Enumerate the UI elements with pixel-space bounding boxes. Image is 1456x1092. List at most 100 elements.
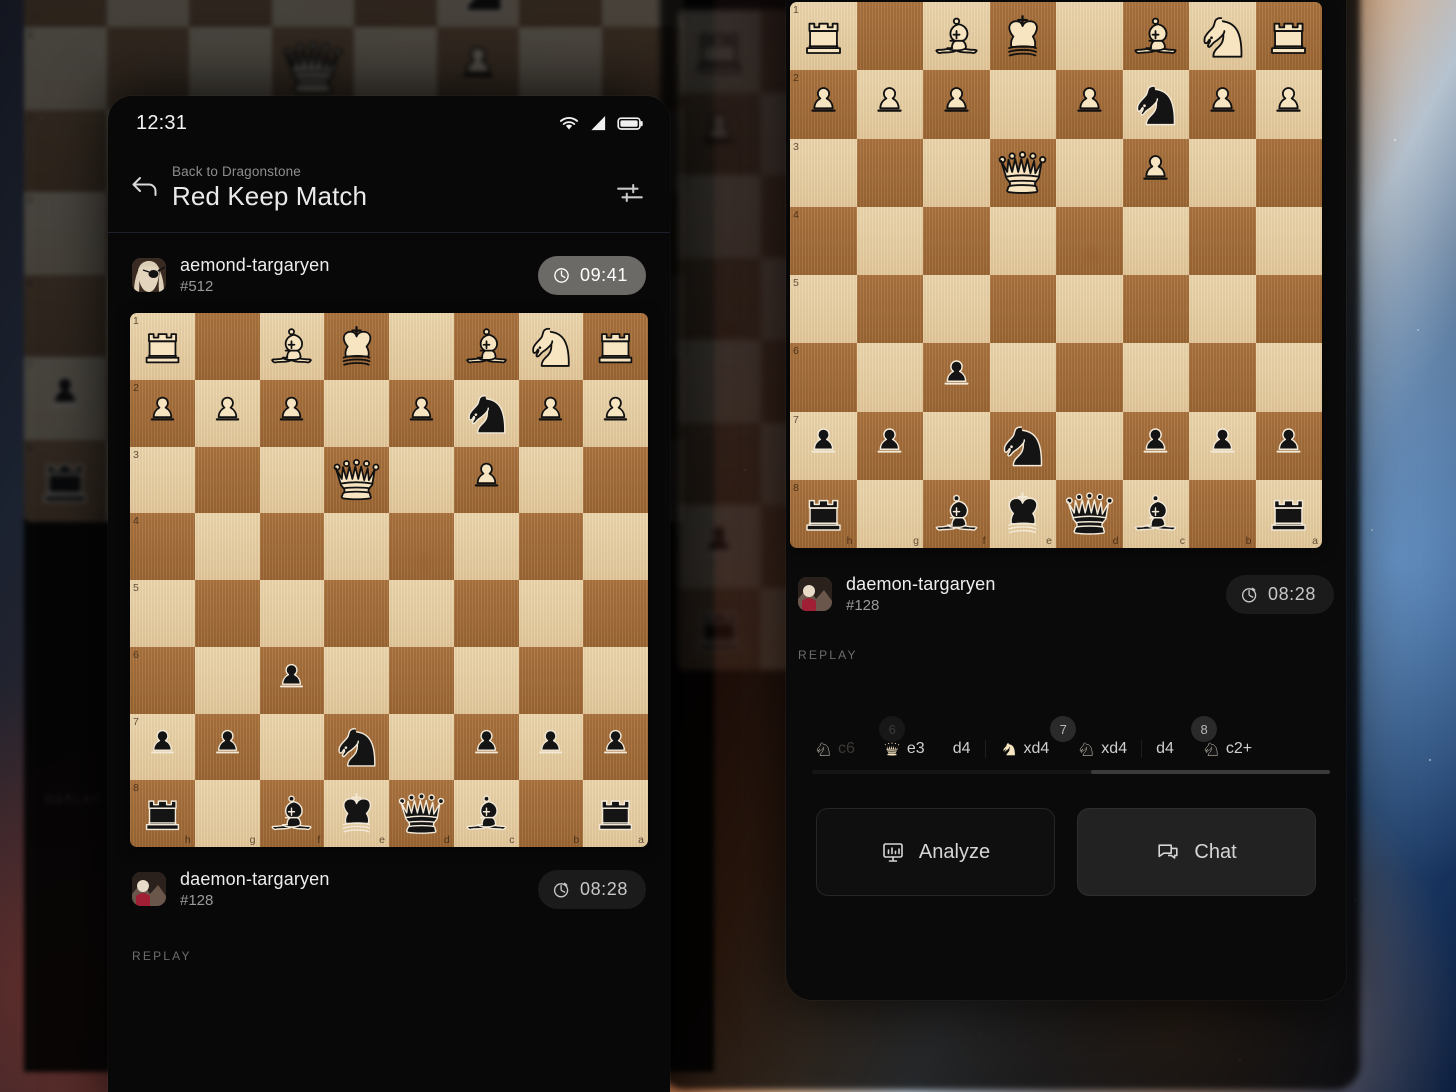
piece-bK[interactable] xyxy=(324,780,389,847)
piece-wN[interactable] xyxy=(519,313,584,380)
board-square[interactable] xyxy=(453,646,519,714)
piece-bP[interactable] xyxy=(1189,412,1256,480)
piece-bP[interactable] xyxy=(454,714,519,781)
board-square[interactable]: 6 xyxy=(678,422,761,505)
piece-wP[interactable] xyxy=(678,93,761,176)
board-square[interactable] xyxy=(1255,138,1322,207)
player-clock-badge[interactable]: 08:28 xyxy=(537,869,646,909)
piece-bP[interactable] xyxy=(857,412,924,480)
board-square[interactable] xyxy=(989,70,1056,139)
piece-wP[interactable] xyxy=(189,0,272,27)
piece-bB[interactable] xyxy=(923,480,990,548)
board-square[interactable] xyxy=(1056,206,1123,275)
piece-bP[interactable] xyxy=(195,714,260,781)
board-square[interactable]: g xyxy=(194,780,260,847)
board-square[interactable] xyxy=(389,580,454,647)
player-row-top[interactable]: aemond-targaryen #512 09:41 xyxy=(108,233,670,313)
board-square[interactable] xyxy=(1189,138,1256,207)
board-square[interactable]: f xyxy=(923,479,990,548)
board-square[interactable] xyxy=(856,411,924,480)
piece-wR[interactable] xyxy=(790,2,857,70)
board-square[interactable] xyxy=(1255,206,1322,275)
board-square[interactable]: 4 xyxy=(678,257,761,340)
piece-wB[interactable] xyxy=(1123,2,1190,70)
board-square[interactable]: 8h xyxy=(130,780,195,847)
chat-button[interactable]: Chat xyxy=(1077,808,1316,896)
board-square[interactable] xyxy=(1189,343,1256,412)
move-entry[interactable]: d4 xyxy=(939,740,985,758)
board-square[interactable] xyxy=(259,713,325,781)
piece-bN[interactable] xyxy=(324,714,389,781)
piece-wP[interactable] xyxy=(923,70,990,138)
board-square[interactable] xyxy=(1122,275,1189,344)
board-square[interactable] xyxy=(989,411,1057,480)
board-square[interactable] xyxy=(453,513,519,580)
board-square[interactable] xyxy=(856,138,923,207)
board-square[interactable] xyxy=(194,713,260,781)
board-container-left[interactable]: 1 2 3 4 5 6 7 8 h g f e d c b a xyxy=(108,313,670,847)
piece-wR[interactable] xyxy=(678,10,761,93)
board-square[interactable]: 7 xyxy=(790,411,857,480)
move-list-scrollbar[interactable] xyxy=(812,770,1331,774)
board-square[interactable]: f xyxy=(259,780,325,847)
player-clock-badge[interactable]: 08:28 xyxy=(1225,574,1334,614)
board-square[interactable] xyxy=(194,646,260,714)
piece-bK[interactable] xyxy=(990,480,1057,548)
board-square[interactable] xyxy=(389,313,454,380)
piece-bP[interactable] xyxy=(1123,412,1190,480)
board-square[interactable]: 5 xyxy=(678,340,761,423)
board-square[interactable] xyxy=(583,446,648,514)
board-square[interactable] xyxy=(1189,206,1256,275)
board-square[interactable] xyxy=(518,513,584,580)
piece-bN[interactable] xyxy=(1123,70,1190,138)
piece-bN[interactable] xyxy=(437,0,520,27)
board-square[interactable]: 8h xyxy=(790,479,857,548)
board-square[interactable] xyxy=(194,446,260,514)
move-list[interactable]: 6 c6 e3 d4 7 xd4 xd4 8 d4 c2+ xyxy=(800,662,1332,758)
piece-wP[interactable] xyxy=(107,0,190,27)
board-square[interactable] xyxy=(324,446,389,514)
board-square[interactable]: 8h xyxy=(24,439,107,522)
board-square[interactable] xyxy=(518,313,584,380)
piece-bP[interactable] xyxy=(790,412,857,480)
piece-wP[interactable] xyxy=(454,447,519,514)
board-square[interactable]: 1 xyxy=(130,313,195,380)
board-square[interactable]: 2 xyxy=(130,379,195,447)
piece-wR[interactable] xyxy=(1256,2,1323,70)
piece-wP[interactable] xyxy=(1123,139,1190,207)
board-square[interactable] xyxy=(856,275,923,344)
board-square[interactable] xyxy=(194,580,260,647)
board-square[interactable]: 3 xyxy=(790,138,857,207)
board-square[interactable] xyxy=(259,446,325,514)
board-square[interactable]: a xyxy=(583,780,648,847)
back-button[interactable] xyxy=(130,174,164,205)
board-square[interactable] xyxy=(923,70,990,139)
avatar-daemon-targaryen[interactable] xyxy=(798,577,832,611)
piece-bP[interactable] xyxy=(130,714,195,781)
board-square[interactable] xyxy=(518,379,584,447)
board-square[interactable] xyxy=(1056,2,1123,71)
board-square[interactable] xyxy=(1255,70,1322,139)
board-square[interactable]: 7 xyxy=(130,713,195,781)
piece-wQ[interactable] xyxy=(324,447,389,514)
board-square[interactable] xyxy=(1056,343,1123,412)
board-square[interactable] xyxy=(453,446,519,514)
piece-bN[interactable] xyxy=(454,380,519,447)
piece-wK[interactable] xyxy=(990,2,1057,70)
board-square[interactable] xyxy=(856,343,923,412)
board-square[interactable]: 7 xyxy=(678,505,761,588)
chess-board-left[interactable]: 1 2 3 4 5 6 7 8 h g f e d c b a xyxy=(130,313,648,847)
piece-bQ[interactable] xyxy=(1056,480,1123,548)
board-square[interactable] xyxy=(1189,2,1256,71)
piece-bN[interactable] xyxy=(990,412,1057,480)
piece-bP[interactable] xyxy=(923,343,990,411)
board-square[interactable]: c xyxy=(453,780,519,847)
board-square[interactable]: b xyxy=(518,780,584,847)
move-entry[interactable]: d4 xyxy=(1142,740,1188,758)
piece-wP[interactable] xyxy=(260,380,325,447)
piece-wP[interactable] xyxy=(354,0,437,27)
piece-wN[interactable] xyxy=(1189,2,1256,70)
board-square[interactable] xyxy=(989,206,1056,275)
avatar-daemon-targaryen[interactable] xyxy=(132,872,166,906)
board-square[interactable] xyxy=(583,379,648,447)
